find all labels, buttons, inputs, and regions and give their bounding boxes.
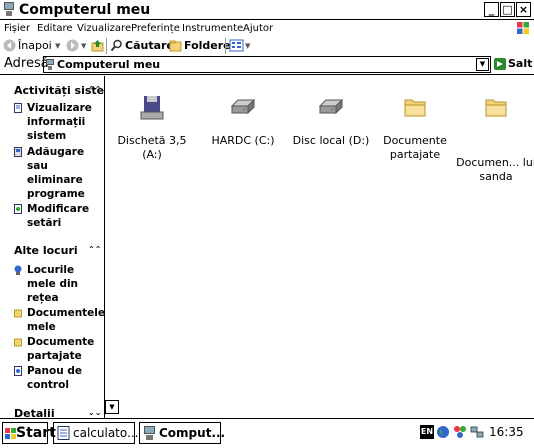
computer-icon bbox=[144, 426, 155, 440]
go-arrow-icon bbox=[494, 58, 506, 70]
hard-drive-icon bbox=[318, 98, 344, 115]
back-dropdown-icon[interactable]: ▼ bbox=[55, 40, 60, 52]
standard-toolbar: Înapoi ▼ ▼ Căutare Foldere ▼ bbox=[0, 37, 534, 55]
maximize-button[interactable]: □ bbox=[500, 2, 515, 17]
drive-item-hardc[interactable]: HARDC (C:) bbox=[202, 94, 284, 154]
document-icon bbox=[57, 426, 70, 440]
up-folder-icon[interactable] bbox=[91, 39, 104, 52]
taskbar-button-calculator[interactable]: calculato... bbox=[53, 422, 138, 444]
computer-icon bbox=[46, 59, 54, 70]
place-label[interactable]: Locurile mele din rețea bbox=[27, 263, 104, 305]
taskbar-button-label[interactable]: Comput... bbox=[159, 425, 225, 441]
my-documents-icon bbox=[14, 309, 22, 318]
forward-arrow-icon[interactable] bbox=[66, 39, 79, 52]
views-dropdown-icon[interactable]: ▼ bbox=[245, 40, 250, 52]
clock[interactable]: 16:35 bbox=[489, 424, 524, 440]
shared-folder-icon bbox=[14, 338, 22, 347]
info-page-icon bbox=[14, 103, 22, 113]
forward-dropdown-icon[interactable]: ▼ bbox=[81, 40, 86, 52]
antivirus-icon[interactable] bbox=[453, 425, 467, 439]
folder-item-shared[interactable]: Documente partajate bbox=[374, 94, 456, 161]
minimize-button[interactable]: _ bbox=[484, 2, 499, 17]
collapse-icon[interactable]: ⌃⌃ bbox=[88, 245, 101, 255]
menu-preferences[interactable]: Preferințe bbox=[131, 22, 180, 35]
item-label[interactable]: Disc local (D:) bbox=[290, 134, 372, 148]
menu-file[interactable]: Fișier bbox=[4, 22, 30, 35]
drive-item-floppy[interactable]: Dischetă 3,5 (A:) bbox=[111, 94, 193, 161]
floppy-drive-icon bbox=[140, 96, 164, 120]
place-label[interactable]: Panou de control bbox=[27, 364, 104, 392]
folder-icon bbox=[485, 99, 507, 117]
system-tray: EN 16:35 bbox=[420, 422, 532, 444]
window-title: Computerul meu bbox=[19, 2, 151, 18]
task-label[interactable]: Modificare setări bbox=[27, 202, 104, 230]
collapse-icon[interactable]: ⌃⌃ bbox=[88, 85, 101, 95]
expand-icon[interactable]: ⌄⌄ bbox=[88, 408, 101, 418]
taskbar-button-computer[interactable]: Comput... bbox=[139, 422, 225, 444]
windows-logo-icon bbox=[517, 22, 529, 34]
address-label: Adresă bbox=[4, 56, 49, 71]
address-bar: Adresă Computerul meu ▼ Salt bbox=[0, 54, 534, 75]
network-places-icon bbox=[14, 265, 22, 275]
folder-item-sanda[interactable]: Documen... lui sanda bbox=[455, 94, 534, 183]
menu-view[interactable]: Vizualizare bbox=[77, 22, 131, 35]
place-label[interactable]: Documente partajate bbox=[27, 335, 104, 363]
menu-bar: Fișier Editare Vizualizare Preferințe In… bbox=[0, 21, 534, 36]
address-field[interactable]: Computerul meu ▼ bbox=[43, 56, 491, 73]
drives-view: Dischetă 3,5 (A:) HARDC (C:) Disc local … bbox=[117, 76, 534, 418]
address-value[interactable]: Computerul meu bbox=[57, 58, 160, 72]
address-dropdown-button[interactable]: ▼ bbox=[476, 58, 489, 71]
search-icon[interactable] bbox=[110, 39, 123, 52]
network-connection-icon[interactable] bbox=[470, 425, 484, 439]
other-places-title[interactable]: Alte locuri bbox=[14, 244, 78, 258]
hard-drive-icon bbox=[230, 98, 256, 115]
folders-icon[interactable] bbox=[169, 39, 182, 52]
search-button[interactable]: Căutare bbox=[125, 39, 174, 53]
task-label[interactable]: Vizualizare informații sistem bbox=[27, 101, 104, 143]
start-button[interactable]: Start bbox=[2, 422, 56, 444]
place-label[interactable]: Documentele mele bbox=[27, 306, 104, 334]
task-pane: Activități sistem ⌃⌃ Vizualizare informa… bbox=[0, 76, 104, 418]
toolbar-separator bbox=[225, 38, 226, 54]
start-label[interactable]: Start bbox=[16, 424, 56, 442]
control-panel-icon bbox=[14, 366, 22, 376]
menu-help[interactable]: Ajutor bbox=[243, 22, 273, 35]
back-button[interactable]: Înapoi bbox=[18, 39, 52, 53]
folder-icon bbox=[404, 99, 426, 117]
menu-tools[interactable]: Instrumente bbox=[182, 22, 243, 35]
taskbar-button-label[interactable]: calculato... bbox=[73, 425, 138, 441]
item-label[interactable]: HARDC (C:) bbox=[202, 134, 284, 148]
task-label[interactable]: Adăugare sau eliminare programe bbox=[27, 145, 104, 201]
item-label[interactable]: Dischetă 3,5 (A:) bbox=[111, 134, 193, 162]
toolbar-separator bbox=[106, 38, 107, 54]
scroll-down-button[interactable]: ▼ bbox=[105, 400, 119, 414]
folders-button[interactable]: Foldere bbox=[184, 39, 231, 53]
close-button[interactable]: × bbox=[516, 2, 531, 17]
back-arrow-icon[interactable] bbox=[3, 39, 16, 52]
item-label[interactable]: Documen... lui sanda bbox=[455, 156, 534, 184]
menu-edit[interactable]: Editare bbox=[37, 22, 73, 35]
title-bar: Computerul meu _ □ × bbox=[0, 0, 534, 20]
taskbar: Start calculato... Comput... EN 16:35 bbox=[0, 418, 534, 448]
computer-icon bbox=[4, 2, 14, 16]
item-label[interactable]: Documente partajate bbox=[374, 134, 456, 162]
globe-icon[interactable] bbox=[436, 425, 450, 439]
add-remove-icon bbox=[14, 147, 22, 157]
control-settings-icon bbox=[14, 204, 22, 214]
language-indicator[interactable]: EN bbox=[420, 425, 434, 439]
details-title[interactable]: Detalii bbox=[14, 407, 55, 418]
drive-item-local-d[interactable]: Disc local (D:) bbox=[290, 94, 372, 154]
views-icon[interactable] bbox=[229, 39, 244, 52]
go-label[interactable]: Salt bbox=[508, 57, 532, 71]
